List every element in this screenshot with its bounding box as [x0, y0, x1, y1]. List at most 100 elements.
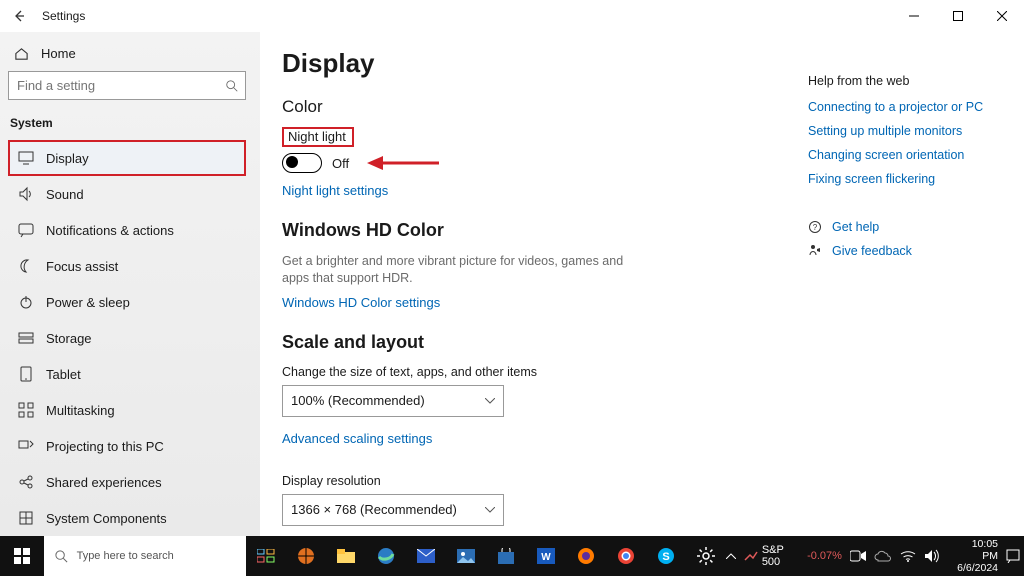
taskbar: Type here to search W S S&P 500 -0.07% — [0, 536, 1024, 576]
sidebar-item-label: Power & sleep — [46, 295, 130, 310]
sidebar-item-storage[interactable]: Storage — [8, 320, 246, 356]
svg-text:?: ? — [813, 223, 818, 232]
page-title: Display — [282, 48, 780, 79]
onedrive-icon[interactable] — [874, 550, 892, 562]
help-link[interactable]: Connecting to a projector or PC — [808, 100, 1008, 114]
sidebar-home[interactable]: Home — [8, 40, 246, 71]
stock-ticker[interactable]: S&P 500 -0.07% — [744, 544, 842, 568]
chevron-up-icon[interactable] — [726, 553, 736, 559]
chat-icon — [18, 222, 34, 238]
tablet-icon — [18, 366, 34, 382]
word-icon[interactable]: W — [526, 536, 566, 576]
sports-icon[interactable] — [286, 536, 326, 576]
maximize-button[interactable] — [936, 0, 980, 32]
svg-text:W: W — [541, 552, 551, 563]
hd-color-desc: Get a brighter and more vibrant picture … — [282, 253, 642, 287]
trend-icon — [744, 551, 758, 561]
close-button[interactable] — [980, 0, 1024, 32]
sidebar-item-sound[interactable]: Sound — [8, 176, 246, 212]
sidebar-home-label: Home — [41, 46, 76, 61]
storage-icon — [18, 330, 34, 346]
settings-search[interactable] — [8, 71, 246, 100]
scale-select-value: 100% (Recommended) — [291, 393, 425, 408]
edge-icon[interactable] — [366, 536, 406, 576]
advanced-scaling-link[interactable]: Advanced scaling settings — [282, 431, 432, 446]
sidebar-item-label: Multitasking — [46, 403, 115, 418]
window-title: Settings — [42, 9, 85, 23]
monitor-icon — [18, 150, 34, 166]
skype-icon[interactable]: S — [646, 536, 686, 576]
sidebar-item-label: Tablet — [46, 367, 81, 382]
night-light-toggle[interactable] — [282, 153, 322, 173]
chrome-icon[interactable] — [606, 536, 646, 576]
notifications-icon[interactable] — [1006, 549, 1020, 563]
wifi-icon[interactable] — [900, 550, 916, 562]
help-link[interactable]: Setting up multiple monitors — [808, 124, 1008, 138]
sidebar-item-tablet[interactable]: Tablet — [8, 356, 246, 392]
taskbar-search-placeholder: Type here to search — [77, 550, 174, 562]
help-pane: Help from the web Connecting to a projec… — [808, 32, 1024, 536]
night-light-label: Night light — [282, 127, 354, 147]
help-link[interactable]: Fixing screen flickering — [808, 172, 1008, 186]
project-icon — [18, 438, 34, 454]
sidebar-item-display[interactable]: Display — [8, 140, 246, 176]
sidebar-item-label: Storage — [46, 331, 92, 346]
photos-icon[interactable] — [446, 536, 486, 576]
start-button[interactable] — [0, 536, 44, 576]
help-icon: ? — [808, 220, 822, 234]
sidebar-item-label: Shared experiences — [46, 475, 162, 490]
get-help-link[interactable]: Get help — [832, 220, 879, 234]
resolution-select-value: 1366 × 768 (Recommended) — [291, 502, 457, 517]
store-icon[interactable] — [486, 536, 526, 576]
hd-color-heading: Windows HD Color — [282, 220, 780, 241]
sidebar-category: System — [10, 116, 246, 130]
firefox-icon[interactable] — [566, 536, 606, 576]
annotation-arrow-icon — [367, 153, 439, 173]
sidebar-item-label: System Components — [46, 511, 167, 526]
main-content: Display Color Night light Off Night ligh… — [260, 32, 808, 536]
minimize-button[interactable] — [892, 0, 936, 32]
night-light-settings-link[interactable]: Night light settings — [282, 183, 388, 198]
clock-time: 10:05 PM — [954, 538, 998, 562]
task-view-icon[interactable] — [246, 536, 286, 576]
night-light-state: Off — [332, 156, 349, 171]
sidebar: Home System Display Sound Notifications & … — [0, 32, 260, 536]
help-link[interactable]: Changing screen orientation — [808, 148, 1008, 162]
hd-color-settings-link[interactable]: Windows HD Color settings — [282, 295, 440, 310]
chevron-down-icon — [485, 507, 495, 513]
grid-icon — [18, 402, 34, 418]
meet-now-icon[interactable] — [850, 550, 866, 562]
sidebar-item-power-sleep[interactable]: Power & sleep — [8, 284, 246, 320]
sidebar-item-label: Sound — [46, 187, 84, 202]
moon-icon — [18, 258, 34, 274]
svg-text:S: S — [662, 551, 669, 563]
sidebar-item-shared-experiences[interactable]: Shared experiences — [8, 464, 246, 500]
back-icon[interactable] — [12, 9, 26, 23]
search-icon — [225, 79, 239, 93]
resolution-select[interactable]: 1366 × 768 (Recommended) — [282, 494, 504, 526]
resolution-label: Display resolution — [282, 474, 780, 488]
settings-icon[interactable] — [686, 536, 726, 576]
search-input[interactable] — [15, 77, 189, 94]
search-icon — [54, 549, 69, 564]
volume-icon[interactable] — [924, 549, 940, 563]
sidebar-item-notifications-actions[interactable]: Notifications & actions — [8, 212, 246, 248]
sidebar-item-multitasking[interactable]: Multitasking — [8, 392, 246, 428]
sidebar-item-projecting-to-this-pc[interactable]: Projecting to this PC — [8, 428, 246, 464]
chevron-down-icon — [485, 398, 495, 404]
ticker-symbol: S&P 500 — [762, 544, 803, 568]
scale-select[interactable]: 100% (Recommended) — [282, 385, 504, 417]
sidebar-item-focus-assist[interactable]: Focus assist — [8, 248, 246, 284]
sidebar-item-system-components[interactable]: System Components — [8, 500, 246, 536]
mail-icon[interactable] — [406, 536, 446, 576]
speaker-icon — [18, 186, 34, 202]
sidebar-item-label: Focus assist — [46, 259, 118, 274]
taskbar-clock[interactable]: 10:05 PM 6/6/2024 — [954, 538, 998, 574]
home-icon — [14, 46, 29, 61]
taskbar-search[interactable]: Type here to search — [44, 536, 246, 576]
explorer-icon[interactable] — [326, 536, 366, 576]
ticker-change: -0.07% — [807, 550, 842, 562]
give-feedback-link[interactable]: Give feedback — [832, 244, 912, 258]
sidebar-item-label: Display — [46, 151, 89, 166]
color-heading: Color — [282, 97, 780, 117]
